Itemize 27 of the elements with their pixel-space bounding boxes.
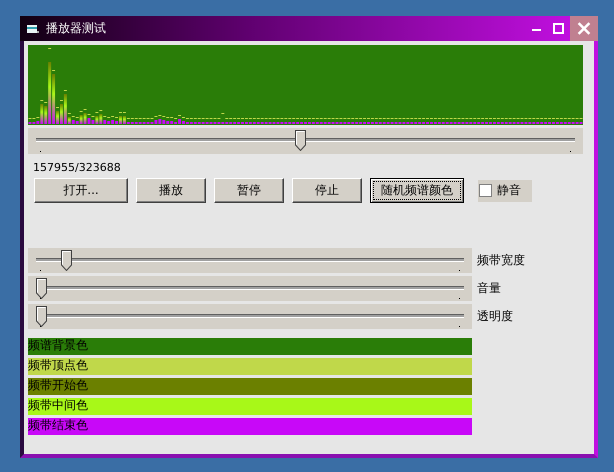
app-icon [26,22,40,34]
color-swatch[interactable]: 频带中间色 [28,398,472,415]
mute-checkbox[interactable]: 静音 [478,180,532,202]
slider-thumb[interactable] [294,130,306,151]
color-swatch[interactable]: 频谱背景色 [28,338,472,355]
close-icon[interactable] [570,16,598,41]
action-button[interactable]: 暂停 [214,178,284,203]
slider-thumb[interactable] [61,250,72,271]
action-button[interactable]: 打开... [34,178,128,203]
action-button[interactable]: 停止 [292,178,362,203]
window-title: 播放器测试 [46,20,107,37]
slider-label: 频带宽度 [477,252,525,269]
slider[interactable] [28,276,472,301]
color-swatch[interactable]: 频带顶点色 [28,358,472,375]
slider-label: 音量 [477,280,501,297]
slider[interactable] [28,304,472,329]
slider[interactable] [28,248,472,273]
action-button[interactable]: 随机频谱颜色 [370,178,464,203]
position-text: 157955/323688 [33,161,122,175]
slider-label: 透明度 [477,308,513,325]
slider-thumb[interactable] [36,278,47,299]
action-button[interactable]: 播放 [136,178,206,203]
checkbox[interactable] [479,184,492,197]
slider-thumb[interactable] [36,306,47,327]
color-swatch[interactable]: 频带开始色 [28,378,472,395]
seek-slider[interactable] [28,128,583,154]
color-swatch[interactable]: 频带结束色 [28,418,472,435]
